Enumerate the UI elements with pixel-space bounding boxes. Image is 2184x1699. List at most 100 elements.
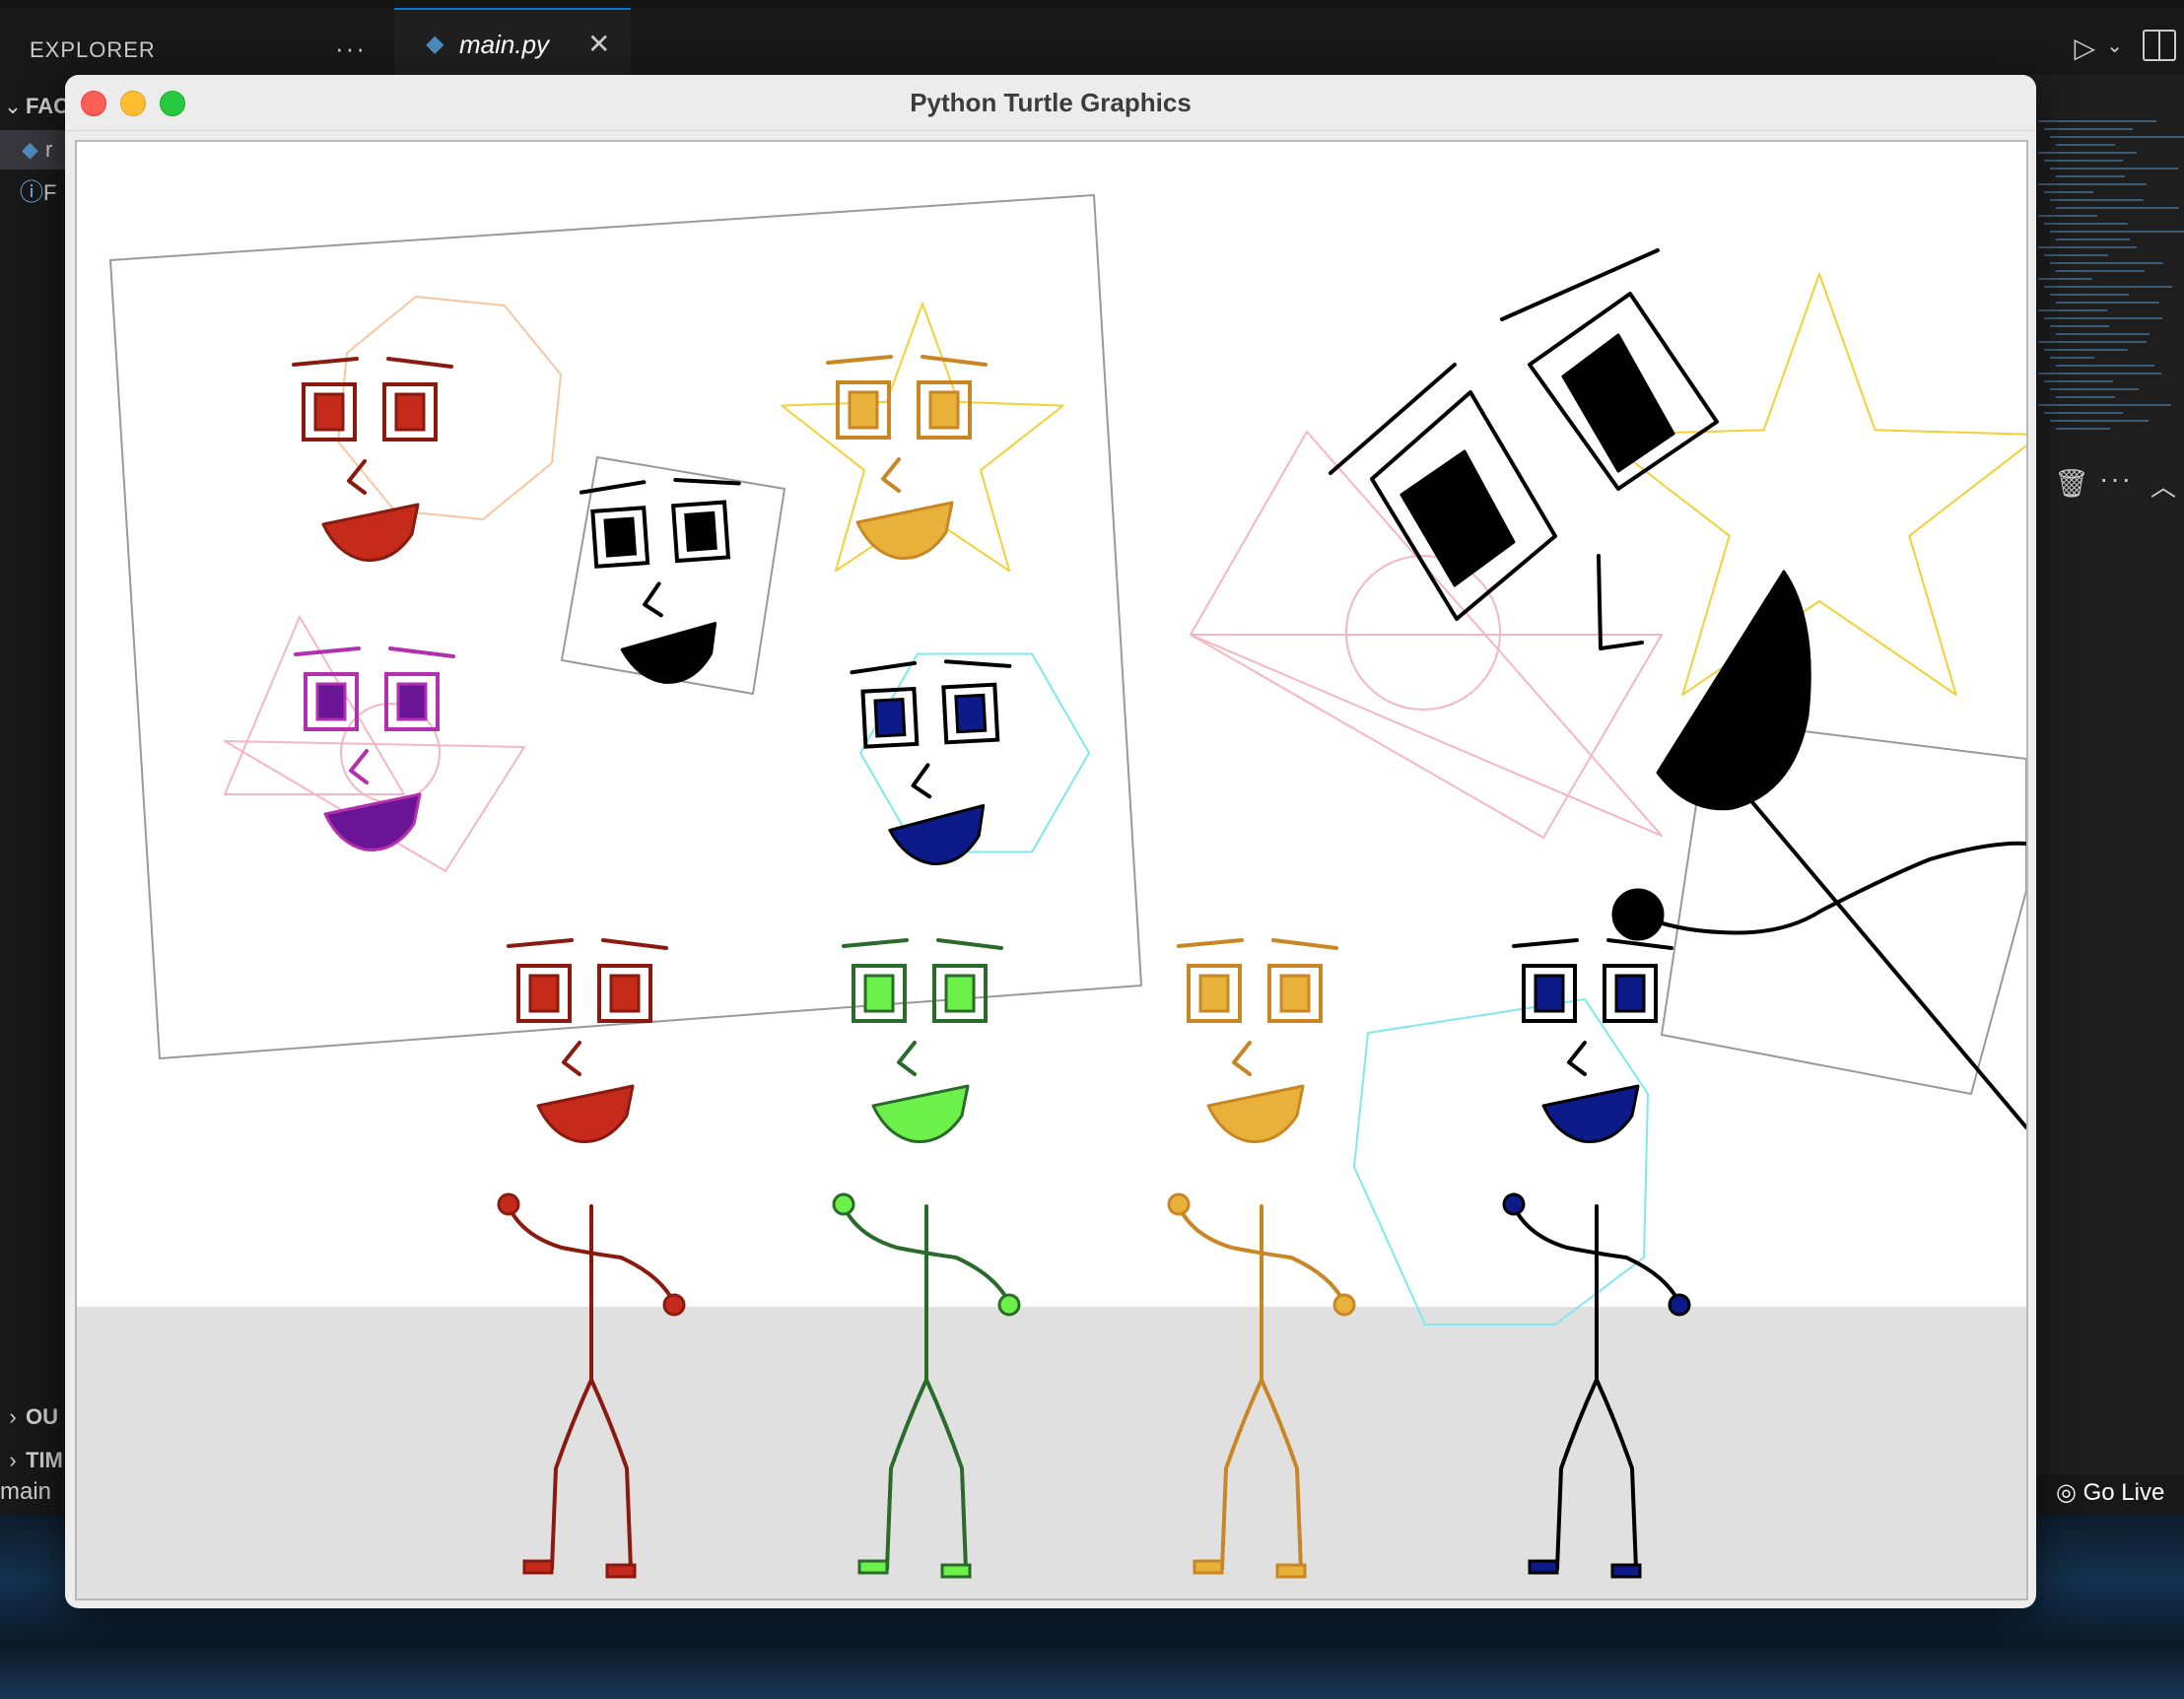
left-pupil: [603, 516, 638, 558]
window-titlebar[interactable]: Python Turtle Graphics: [65, 75, 2036, 131]
chevron-down-icon: ⌄: [3, 94, 23, 118]
title-strip: [0, 0, 2184, 8]
left-eyebrow: [507, 938, 574, 948]
mouth: [321, 503, 420, 562]
panel-more-button[interactable]: ···: [2099, 463, 2133, 495]
minimap-line: [2050, 199, 2144, 201]
nose: [881, 457, 901, 493]
minimap-line: [2044, 191, 2093, 193]
go-live-label: Go Live: [2082, 1479, 2165, 1506]
left-pupil: [1534, 974, 1565, 1013]
right-pupil: [944, 974, 976, 1013]
trash-icon[interactable]: 🗑: [2054, 467, 2089, 500]
left-foot: [522, 1559, 554, 1575]
python-file-icon: ◆: [426, 31, 444, 57]
minimap-line: [2038, 152, 2137, 154]
right-pupil: [684, 510, 717, 552]
black-face-group: [579, 477, 741, 684]
left-pupil: [315, 682, 347, 721]
left-pupil: [863, 974, 895, 1013]
mouth: [871, 1084, 970, 1143]
stick-face: [507, 938, 668, 1143]
go-live-button[interactable]: ◎ Go Live: [2056, 1478, 2164, 1507]
stick-face: [842, 938, 1003, 1143]
minimap-line: [2038, 309, 2107, 311]
face: [1177, 938, 1338, 1143]
minimap[interactable]: [2034, 116, 2184, 442]
big-right-pupil: [1561, 333, 1675, 473]
chevron-up-icon[interactable]: ︿: [2150, 467, 2176, 504]
minimap-line: [2044, 412, 2123, 414]
face: [294, 646, 455, 851]
right-eyebrow: [386, 357, 453, 369]
minimap-line: [2050, 231, 2184, 233]
right-eyebrow: [921, 355, 988, 367]
file-row-readme[interactable]: ⓘF: [0, 173, 56, 213]
minimap-line: [2044, 160, 2123, 162]
left-hand: [1167, 1192, 1191, 1216]
outline-section[interactable]: › OU: [0, 1397, 58, 1437]
left-hand: [832, 1192, 855, 1216]
nose: [1567, 1041, 1587, 1076]
minimap-line: [2056, 333, 2150, 335]
outline-label: OU: [26, 1404, 58, 1429]
folder-row[interactable]: ⌄ FAC: [0, 87, 69, 126]
python-file-icon: ◆: [22, 137, 38, 162]
play-icon[interactable]: ▷: [2074, 32, 2095, 64]
big-circle-shape: [1345, 555, 1501, 711]
nose: [643, 581, 663, 618]
folder-label: FAC: [26, 94, 69, 118]
file-label-1: r: [45, 137, 53, 162]
right-eyebrow: [1606, 938, 1673, 950]
cyan-hexagon-shape: [1353, 998, 1649, 1325]
minimap-line: [2050, 420, 2149, 422]
tab-main-py[interactable]: ◆ main.py ✕: [394, 8, 631, 77]
info-icon: ⓘ: [20, 179, 43, 206]
editor-tab-bar: ◆ main.py ✕ ▷ ⌄: [394, 8, 2184, 77]
mouth: [1206, 1084, 1305, 1143]
right-hand: [662, 1293, 686, 1317]
right-eyebrow: [936, 938, 1003, 950]
minimap-line: [2056, 207, 2179, 209]
right-pupil: [394, 392, 426, 432]
right-pupil: [396, 682, 428, 721]
right-eyebrow: [1271, 938, 1338, 950]
mouth: [620, 622, 717, 684]
right-foot: [1275, 1563, 1307, 1579]
close-icon[interactable]: ✕: [587, 28, 610, 60]
big-star-shape: [1597, 273, 2026, 696]
left-eyebrow: [292, 357, 359, 367]
left-foot: [1193, 1559, 1224, 1575]
minimap-line: [2044, 254, 2108, 256]
drawing-surface: [77, 194, 2026, 1598]
right-pupil: [1279, 974, 1311, 1013]
big-face: [1329, 248, 2026, 1129]
left-eyebrow: [842, 938, 909, 948]
octagon-shape: [337, 296, 562, 520]
orange-face-group: [826, 355, 988, 560]
left-pupil: [313, 392, 345, 432]
minimap-line: [2038, 120, 2156, 122]
minimap-line: [2044, 128, 2133, 130]
face: [292, 357, 453, 562]
chevron-down-icon[interactable]: ⌄: [2106, 34, 2123, 58]
nose: [1232, 1041, 1252, 1076]
minimap-line: [2050, 136, 2184, 138]
big-right-eyebrow: [1500, 248, 1660, 321]
right-eyebrow: [943, 659, 1012, 668]
right-pupil: [928, 390, 960, 430]
explorer-more-button[interactable]: ···: [335, 34, 367, 64]
nose: [911, 763, 932, 799]
left-pupil: [873, 697, 907, 738]
minimap-line: [2056, 396, 2115, 398]
nose: [897, 1041, 917, 1076]
branch-label[interactable]: main: [0, 1478, 51, 1506]
minimap-line: [2038, 278, 2092, 280]
split-editor-icon[interactable]: [2143, 30, 2176, 61]
minimap-line: [2056, 144, 2115, 146]
big-mouth: [1656, 570, 1811, 811]
minimap-line: [2044, 223, 2128, 225]
left-pupil: [528, 974, 560, 1013]
mouth: [536, 1084, 635, 1143]
stick-face: [1177, 938, 1338, 1143]
